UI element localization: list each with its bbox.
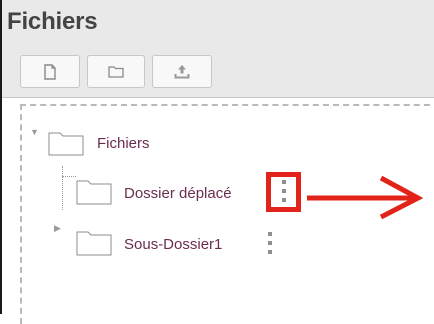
tree-node-label[interactable]: Sous-Dossier1 (124, 236, 222, 253)
files-panel: Fichiers ▼ Fichiers Dossier déplacé ▶ So… (0, 0, 434, 324)
folder-icon (48, 132, 84, 156)
panel-title: Fichiers (7, 8, 98, 35)
tree-guide-line (62, 166, 63, 210)
folder-icon (76, 231, 112, 256)
upload-icon (174, 65, 190, 79)
tree-node-label[interactable]: Dossier déplacé (124, 185, 232, 202)
tree-node-label[interactable]: Fichiers (97, 135, 150, 152)
new-folder-button[interactable] (87, 55, 145, 88)
file-icon (44, 63, 56, 80)
annotation-arrow-icon (307, 175, 423, 220)
more-options-icon[interactable] (266, 232, 274, 254)
expand-toggle-icon[interactable]: ▼ (30, 128, 39, 137)
upload-button[interactable] (152, 55, 212, 88)
folder-icon (108, 66, 124, 78)
toolbar (20, 55, 212, 88)
highlight-box (266, 172, 301, 212)
collapse-toggle-icon[interactable]: ▶ (54, 224, 61, 233)
folder-icon (76, 180, 112, 205)
tree-guide-line (62, 176, 76, 177)
panel-header: Fichiers (2, 0, 434, 98)
new-file-button[interactable] (20, 55, 80, 88)
